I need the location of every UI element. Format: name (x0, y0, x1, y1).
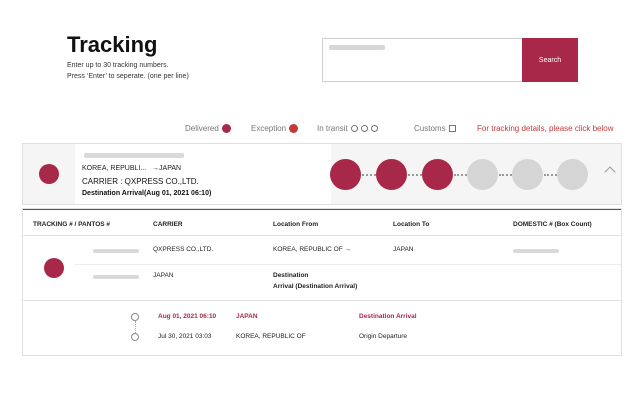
summary-info: KOREA, REPUBLI... →JAPAN CARRIER : QXPRE… (75, 144, 331, 204)
transit-home-icon (370, 125, 378, 132)
plane-arrive-icon (131, 313, 139, 321)
delivered-icon (221, 124, 231, 133)
step-connector (408, 174, 422, 176)
event-1-status: Destination Arrival (359, 313, 417, 320)
tracking-details-link[interactable]: For tracking details, please click below (477, 124, 614, 133)
clipboard-icon (467, 159, 498, 190)
event-1-date: Aug 01, 2021 06:10 (158, 313, 217, 320)
help-text-1: Enter up to 30 tracking numbers. (67, 62, 169, 69)
redacted-domestic-number (513, 249, 559, 253)
step-connector (454, 174, 467, 176)
shipment-summary[interactable]: KOREA, REPUBLI... →JAPAN CARRIER : QXPRE… (22, 143, 622, 205)
collapse-chevron-icon[interactable] (604, 166, 616, 178)
step-connector (499, 174, 512, 176)
plane-depart-icon (376, 159, 407, 190)
user-check-icon (557, 159, 588, 190)
redacted-tracking-number (329, 45, 385, 50)
route-from: KOREA, REPUBLI... (82, 165, 147, 172)
table-header: TRACKING # / PANTOS # CARRIER Location F… (23, 209, 621, 236)
redacted-tracking-number (84, 153, 184, 158)
legend-exception: Exception (251, 124, 299, 133)
truck-icon (512, 159, 543, 190)
event-2-date: Jul 30, 2021 03:03 (158, 333, 212, 340)
summary-destination: Destination Arrival(Aug 01, 2021 06:10) (82, 190, 212, 197)
help-text-2: Press ‘Enter’ to seperate. (one per line… (67, 73, 189, 80)
row2-carrier: JAPAN (153, 272, 174, 279)
row2-status-1: Destination (273, 272, 309, 279)
legend-exception-label: Exception (251, 124, 287, 133)
search-button[interactable]: Search (522, 38, 578, 82)
customs-icon (448, 125, 456, 132)
header-location-from: Location From (273, 221, 319, 228)
route-to: →JAPAN (152, 165, 182, 172)
header-domestic: DOMESTIC # (Box Count) (513, 221, 592, 228)
legend-delivered: Delivered (185, 124, 231, 133)
legend-delivered-label: Delivered (185, 124, 219, 133)
header-location-to: Location To (393, 221, 430, 228)
legend-customs-label: Customs (414, 124, 446, 133)
row2-status-2: Arrival (Destination Arrival) (273, 283, 358, 290)
plane-arrive-icon (39, 164, 59, 184)
section-divider (23, 300, 621, 301)
tracking-detail-table: TRACKING # / PANTOS # CARRIER Location F… (22, 208, 622, 356)
event-2-location: KOREA, REPUBLIC OF (236, 333, 306, 340)
row1-location-to: JAPAN (393, 246, 414, 253)
summary-icon-cell (23, 144, 75, 204)
event-1-location: JAPAN (236, 313, 258, 320)
legend-customs: Customs (414, 124, 456, 133)
step-connector (544, 174, 557, 176)
warehouse-icon (330, 159, 361, 190)
transit-plane-icon (350, 125, 358, 132)
header-tracking: TRACKING # / PANTOS # (33, 221, 111, 228)
header-carrier: CARRIER (153, 221, 183, 228)
tracking-input[interactable] (322, 38, 523, 82)
row-divider (75, 264, 621, 265)
page-title: Tracking (67, 32, 158, 57)
redacted-pantos-number (93, 275, 139, 279)
step-connector (362, 174, 376, 176)
summary-carrier: CARRIER : QXPRESS CO.,LTD. (82, 177, 199, 186)
plane-arrive-icon (422, 159, 453, 190)
legend-in-transit-label: In transit (317, 124, 348, 133)
summary-route: KOREA, REPUBLI... →JAPAN (82, 165, 181, 172)
exception-icon (289, 124, 299, 133)
redacted-tracking-number (93, 249, 139, 253)
event-2-status: Origin Departure (359, 333, 408, 340)
transit-arrive-icon (360, 125, 368, 132)
plane-depart-icon (131, 333, 139, 341)
row1-location-from: KOREA, REPUBLIC OF → (273, 246, 352, 253)
plane-arrive-icon (44, 258, 64, 278)
legend-in-transit: In transit (317, 124, 378, 133)
row1-carrier: QXPRESS CO.,LTD. (153, 246, 214, 253)
